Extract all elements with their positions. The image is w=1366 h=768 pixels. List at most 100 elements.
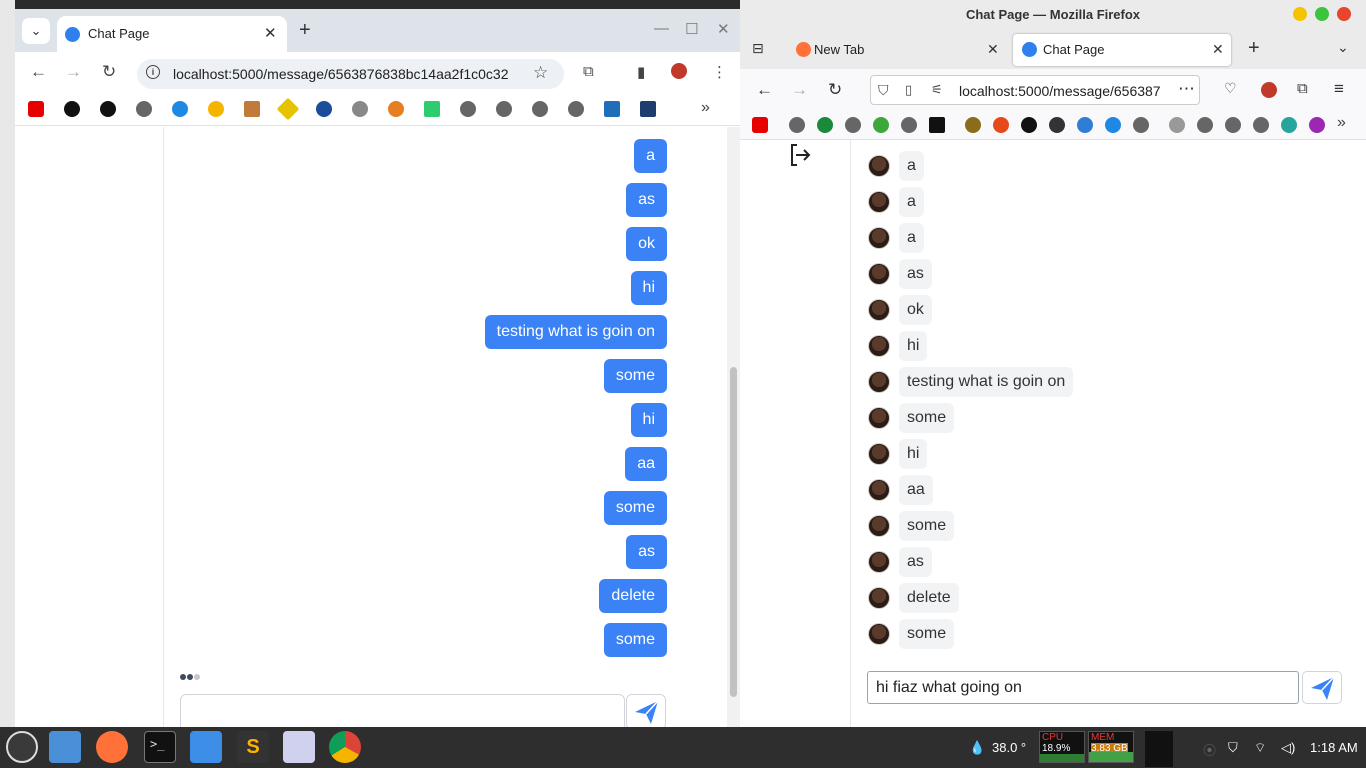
bookmark-icon[interactable]	[817, 117, 833, 133]
profile-avatar[interactable]	[671, 63, 687, 79]
extensions-icon[interactable]: ⧉	[1297, 80, 1308, 97]
chrome-app-icon[interactable]	[329, 731, 361, 763]
firefox-app-icon[interactable]	[96, 731, 128, 763]
bookmark-icon[interactable]	[1281, 117, 1297, 133]
maximize-icon[interactable]	[1315, 7, 1329, 21]
bookmarks-overflow-icon[interactable]: »	[1337, 114, 1346, 132]
bookmark-icon[interactable]	[965, 117, 981, 133]
bookmark-icon[interactable]	[1309, 117, 1325, 133]
bookmark-icon[interactable]	[1169, 117, 1185, 133]
new-tab-button[interactable]: +	[299, 19, 311, 42]
wifi-icon[interactable]: ⌔	[1254, 740, 1266, 756]
bookmark-icon[interactable]	[873, 117, 889, 133]
editor-app-icon[interactable]	[283, 731, 315, 763]
tracking-shield-icon[interactable]: ⛉	[878, 82, 889, 99]
chrome-tab-chat-page[interactable]: Chat Page ✕	[57, 16, 287, 52]
bookmark-icon[interactable]	[172, 101, 188, 117]
close-window-icon[interactable]	[1337, 7, 1351, 21]
tab-search-button[interactable]: ⌄	[22, 18, 50, 44]
notification-icon[interactable]: ⦿	[1203, 740, 1216, 759]
globe-bookmark-icon[interactable]	[1197, 117, 1213, 133]
side-panel-icon[interactable]: ▮	[637, 63, 645, 81]
close-window-icon[interactable]: ✕	[717, 20, 730, 38]
bookmark-icon[interactable]	[388, 101, 404, 117]
tab-close-icon[interactable]: ✕	[264, 24, 277, 42]
permissions-icon[interactable]: ⚟	[931, 82, 943, 98]
address-bar[interactable]: i localhost:5000/message/6563876838bc14a…	[137, 59, 564, 89]
chrome-scrollbar[interactable]	[727, 127, 740, 727]
extension-icon[interactable]	[1261, 82, 1277, 98]
globe-bookmark-icon[interactable]	[496, 101, 512, 117]
site-info-icon[interactable]: i	[146, 65, 160, 79]
sublime-app-icon[interactable]: S	[237, 731, 269, 763]
firefox-tab-chat-page[interactable]: Chat Page ✕	[1013, 34, 1231, 66]
globe-bookmark-icon[interactable]	[1225, 117, 1241, 133]
youtube-bookmark-icon[interactable]	[28, 101, 44, 117]
maximize-icon[interactable]: ☐	[685, 20, 698, 38]
message-input[interactable]	[180, 694, 625, 727]
firefox-view-icon[interactable]: ⊟	[752, 40, 764, 57]
bookmark-icon[interactable]	[64, 101, 80, 117]
bookmark-icon[interactable]	[276, 97, 300, 121]
bookmarks-overflow-icon[interactable]: »	[701, 99, 710, 117]
finder-app-icon[interactable]	[190, 731, 222, 763]
address-bar[interactable]: ⛉ ▯ ⚟ localhost:5000/message/656387 ⋯	[870, 75, 1200, 105]
forward-icon[interactable]: →	[791, 80, 808, 100]
tab-close-icon[interactable]: ✕	[987, 41, 999, 58]
send-button[interactable]	[626, 694, 666, 727]
menu-hamburger-icon[interactable]: ≡	[1334, 79, 1344, 99]
globe-bookmark-icon[interactable]	[532, 101, 548, 117]
play-bookmark-icon[interactable]	[929, 117, 945, 133]
bookmark-icon[interactable]	[100, 101, 116, 117]
bookmark-icon[interactable]	[993, 117, 1009, 133]
reload-icon[interactable]: ↻	[828, 80, 842, 100]
globe-bookmark-icon[interactable]	[845, 117, 861, 133]
extensions-icon[interactable]: ⧉	[583, 63, 594, 80]
clock[interactable]: 1:18 AM	[1310, 740, 1358, 755]
globe-bookmark-icon[interactable]	[136, 101, 152, 117]
tab-close-icon[interactable]: ✕	[1212, 41, 1224, 58]
list-tabs-icon[interactable]: ⌄	[1337, 39, 1349, 56]
forward-icon[interactable]: →	[65, 62, 82, 82]
bookmark-icon[interactable]	[244, 101, 260, 117]
bookmark-icon[interactable]	[1021, 117, 1037, 133]
globe-bookmark-icon[interactable]	[568, 101, 584, 117]
bookmark-icon[interactable]	[640, 101, 656, 117]
mint-menu-icon[interactable]	[6, 731, 38, 763]
terminal-app-icon[interactable]: >_	[144, 731, 176, 763]
globe-bookmark-icon[interactable]	[1253, 117, 1269, 133]
bookmark-icon[interactable]	[1105, 117, 1121, 133]
page-actions-icon[interactable]: ⋯	[1178, 79, 1195, 99]
minimize-icon[interactable]	[1293, 7, 1307, 21]
firefox-tab-new-tab[interactable]: New Tab ✕	[784, 34, 1006, 66]
cpu-monitor[interactable]: CPU 18.9%	[1039, 731, 1085, 763]
pocket-icon[interactable]: ♡	[1224, 80, 1237, 97]
globe-bookmark-icon[interactable]	[789, 117, 805, 133]
logout-icon[interactable]	[788, 142, 812, 168]
bookmark-icon[interactable]	[1077, 117, 1093, 133]
bookmark-icon[interactable]	[424, 101, 440, 117]
back-icon[interactable]: ←	[30, 62, 47, 82]
scrollbar-thumb[interactable]	[730, 367, 737, 697]
bookmark-icon[interactable]	[316, 101, 332, 117]
minimize-icon[interactable]: —	[654, 20, 669, 37]
bookmark-icon[interactable]	[604, 101, 620, 117]
bookmark-star-icon[interactable]: ☆	[533, 63, 548, 83]
bookmark-icon[interactable]	[208, 101, 224, 117]
globe-bookmark-icon[interactable]	[901, 117, 917, 133]
bookmark-icon[interactable]	[352, 101, 368, 117]
volume-icon[interactable]: ◁)	[1281, 740, 1295, 756]
back-icon[interactable]: ←	[756, 80, 773, 100]
message-input[interactable]: hi fiaz what going on	[867, 671, 1299, 704]
youtube-bookmark-icon[interactable]	[752, 117, 768, 133]
bookmark-icon[interactable]	[1049, 117, 1065, 133]
menu-kebab-icon[interactable]: ⋮	[712, 63, 727, 81]
globe-bookmark-icon[interactable]	[1133, 117, 1149, 133]
new-tab-button[interactable]: +	[1248, 37, 1260, 60]
shield-icon[interactable]: ⛉	[1228, 740, 1238, 756]
reload-icon[interactable]: ↻	[102, 62, 116, 82]
files-app-icon[interactable]	[49, 731, 81, 763]
memory-monitor[interactable]: MEM 3.83 GB	[1088, 731, 1134, 763]
globe-bookmark-icon[interactable]	[460, 101, 476, 117]
send-button[interactable]	[1302, 671, 1342, 704]
